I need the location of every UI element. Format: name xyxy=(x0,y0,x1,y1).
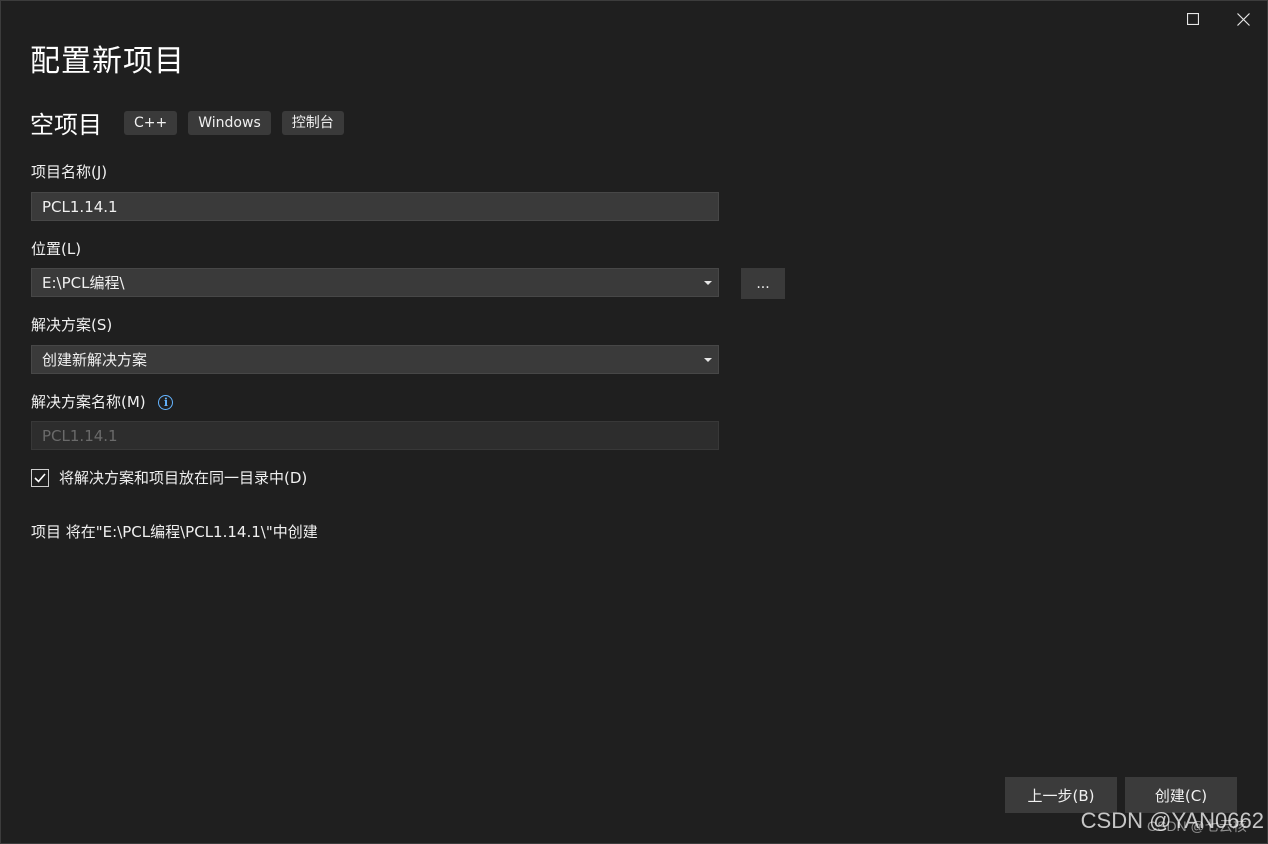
watermark: CSDN @YAN0662 xyxy=(1080,808,1264,833)
same-dir-checkbox[interactable] xyxy=(31,468,49,487)
maximize-button[interactable] xyxy=(1170,4,1216,34)
solution-name-input: PCL1.14.1 xyxy=(31,421,719,450)
close-button[interactable] xyxy=(1220,4,1266,34)
same-dir-option[interactable]: 将解决方案和项目放在同一目录中(D) xyxy=(31,467,307,488)
check-icon xyxy=(34,472,46,483)
solution-select[interactable]: 创建新解决方案 xyxy=(31,345,719,374)
chevron-down-icon[interactable] xyxy=(704,281,712,285)
solution-value: 创建新解决方案 xyxy=(42,351,148,369)
solution-name-value: PCL1.14.1 xyxy=(42,426,118,445)
project-name-value: PCL1.14.1 xyxy=(42,197,118,216)
location-combobox[interactable]: E:\PCL编程\ xyxy=(31,268,719,297)
same-dir-label: 将解决方案和项目放在同一目录中(D) xyxy=(59,469,308,487)
project-type-name: 空项目 xyxy=(30,111,102,139)
location-value: E:\PCL编程\ xyxy=(42,274,125,292)
browse-button[interactable]: ... xyxy=(741,268,785,299)
project-type-row: 空项目 C++ Windows 控制台 xyxy=(30,105,355,140)
solution-name-label-row: 解决方案名称(M) i xyxy=(31,391,174,412)
browse-label: ... xyxy=(756,275,770,292)
solution-name-label: 解决方案名称(M) xyxy=(31,393,146,411)
close-icon xyxy=(1236,12,1250,26)
tag-windows: Windows xyxy=(188,110,271,135)
location-label: 位置(L) xyxy=(31,240,82,258)
info-icon[interactable]: i xyxy=(158,395,174,410)
page-title: 配置新项目 xyxy=(30,44,185,79)
path-note: 项目 将在"E:\PCL编程\PCL1.14.1\"中创建 xyxy=(31,523,318,541)
solution-label: 解决方案(S) xyxy=(31,316,113,334)
tag-console: 控制台 xyxy=(281,110,344,135)
maximize-icon xyxy=(1187,13,1199,25)
project-name-input[interactable]: PCL1.14.1 xyxy=(31,192,719,221)
chevron-down-icon[interactable] xyxy=(704,358,712,362)
tag-cpp: C++ xyxy=(124,110,178,135)
project-name-label: 项目名称(J) xyxy=(31,163,108,181)
